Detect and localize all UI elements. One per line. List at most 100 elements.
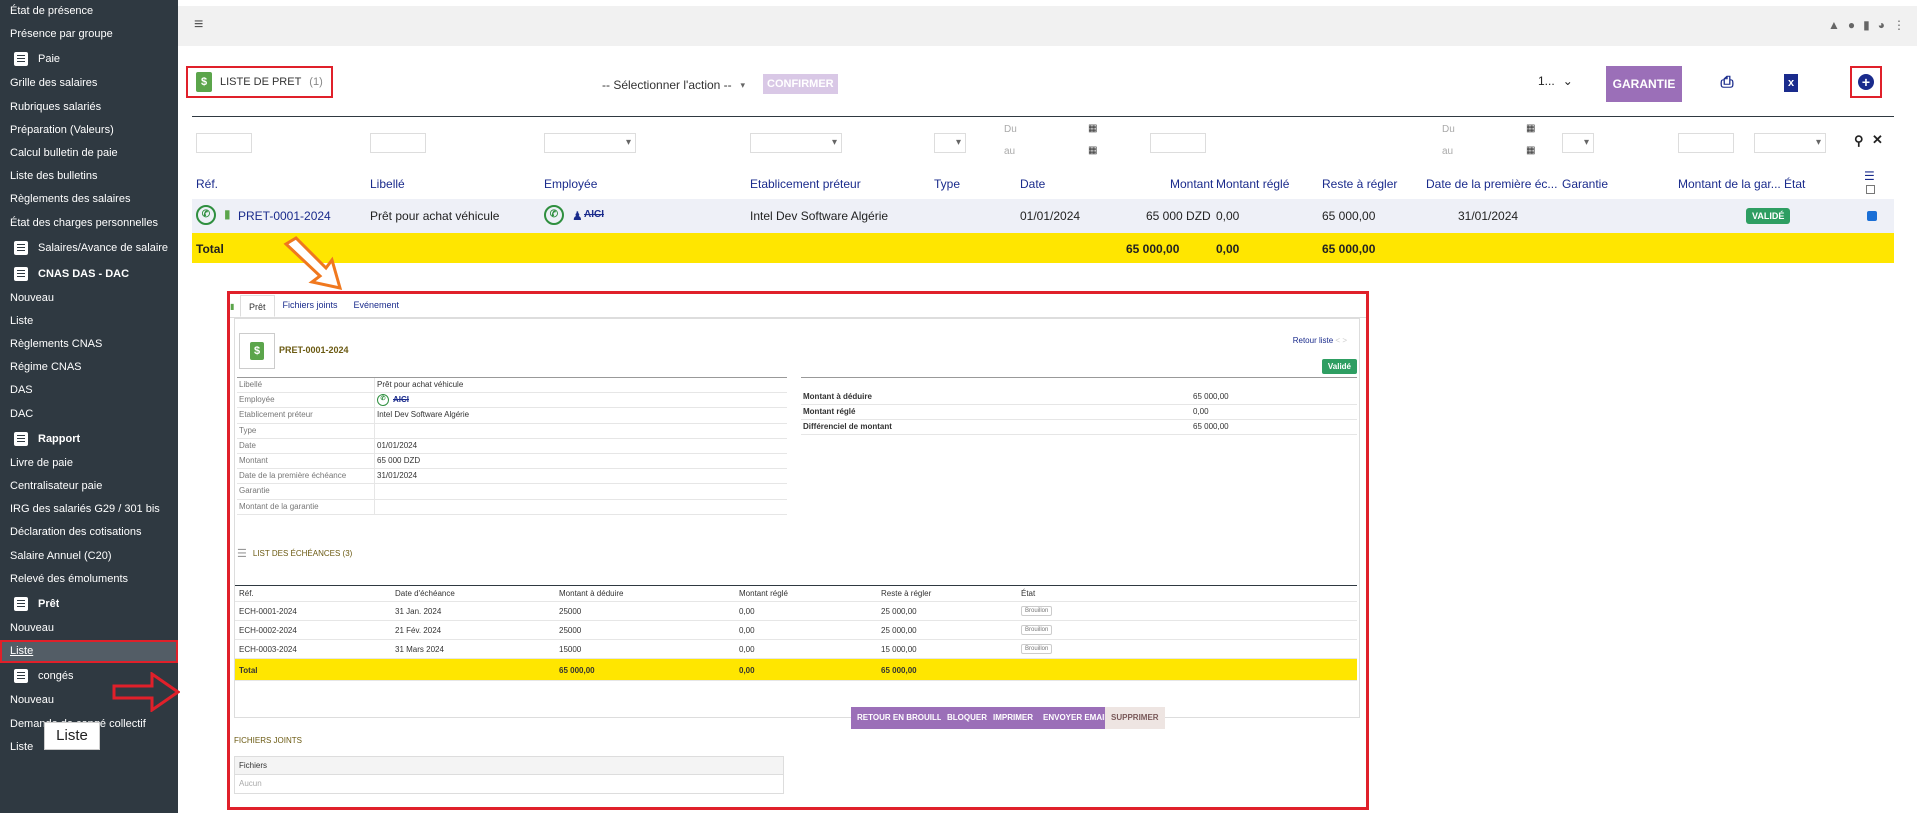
column-header[interactable]: Garantie — [1562, 177, 1608, 191]
print-icon[interactable]: ⎙ — [1716, 72, 1738, 94]
whatsapp-icon[interactable]: ✆ — [377, 394, 389, 407]
column-header[interactable]: Réf. — [196, 177, 218, 191]
alert-icon[interactable]: ▲ — [1828, 18, 1840, 32]
sidebar-item-4[interactable]: Rubriques salariés — [0, 96, 178, 119]
chevron-left-icon[interactable]: < — [1335, 336, 1340, 345]
sidebar-item-20[interactable]: Centralisateur paie — [0, 475, 178, 498]
excel-export-icon[interactable]: x — [1784, 74, 1798, 92]
echeances-column-header[interactable]: Réf. — [239, 589, 254, 598]
sidebar-item-27[interactable]: Liste — [0, 640, 178, 664]
filter-date-du[interactable]: Du — [1000, 121, 1084, 141]
sidebar-item-24[interactable]: Relevé des émoluments — [0, 568, 178, 591]
whatsapp-icon[interactable]: ✆ — [196, 205, 216, 225]
row-employee[interactable]: AICI — [584, 209, 604, 220]
echeances-column-header[interactable]: Montant réglé — [739, 589, 788, 598]
clear-filter-icon[interactable]: ✕ — [1872, 132, 1883, 148]
row-checkbox[interactable] — [1867, 211, 1877, 221]
filter-ref[interactable] — [196, 133, 252, 153]
sidebar-item-26[interactable]: Nouveau — [0, 617, 178, 640]
retour-liste-link[interactable]: Retour liste < > — [1293, 336, 1347, 345]
sidebar-section-2[interactable]: Paie — [0, 46, 178, 72]
tab-pret[interactable]: Prêt — [240, 295, 275, 317]
hamburger-menu-icon[interactable]: ≡ — [194, 16, 203, 34]
echeances-column-header[interactable]: Montant à déduire — [559, 589, 624, 598]
supprimer-button[interactable]: SUPPRIMER — [1105, 707, 1165, 729]
filter-type[interactable] — [934, 133, 966, 153]
filter-etat[interactable] — [1754, 133, 1826, 153]
more-options-icon[interactable]: ⋮ — [1893, 18, 1905, 32]
sidebar-item-14[interactable]: Règlements CNAS — [0, 333, 178, 356]
filter-employee[interactable] — [544, 133, 636, 153]
column-header[interactable]: Date de la première éc... — [1426, 177, 1557, 191]
echeances-total-reste: 65 000,00 — [881, 666, 917, 675]
sidebar-item-22[interactable]: Déclaration des cotisations — [0, 521, 178, 544]
sidebar-section-18[interactable]: Rapport — [0, 426, 178, 452]
column-header[interactable]: Employée — [544, 177, 597, 191]
detail-employee-link[interactable]: AICI — [393, 393, 409, 407]
sidebar-item-12[interactable]: Nouveau — [0, 287, 178, 310]
column-chooser-icon[interactable]: ☰ — [1864, 169, 1875, 183]
column-header[interactable]: Reste à régler — [1322, 177, 1397, 191]
calendar-icon[interactable]: ▦ — [1526, 123, 1535, 134]
column-header[interactable]: État — [1784, 177, 1805, 191]
sidebar-item-17[interactable]: DAC — [0, 403, 178, 426]
sidebar-item-23[interactable]: Salaire Annuel (C20) — [0, 545, 178, 568]
column-header[interactable]: Montant — [1170, 177, 1213, 191]
column-header[interactable]: Libellé — [370, 177, 405, 191]
echeances-column-header[interactable]: État — [1021, 589, 1035, 598]
calendar-icon[interactable]: ▦ — [1088, 145, 1097, 156]
sidebar-section-10[interactable]: Salaires/Avance de salaire — [0, 235, 178, 261]
imprimer-button[interactable]: IMPRIMER — [987, 707, 1039, 729]
calendar-icon[interactable]: ▦ — [1088, 123, 1097, 134]
envoyer-email-button[interactable]: ENVOYER EMAIL — [1037, 707, 1116, 729]
echeances-column-header[interactable]: Reste à régler — [881, 589, 931, 598]
action-select[interactable]: -- Sélectionner l'action -- ▾ — [596, 74, 751, 96]
whatsapp-icon[interactable]: ✆ — [544, 205, 564, 225]
sidebar-section-11[interactable]: CNAS DAS - DAC — [0, 261, 178, 287]
sidebar-item-7[interactable]: Liste des bulletins — [0, 165, 178, 188]
sidebar-item-9[interactable]: État des charges personnelles — [0, 212, 178, 235]
garantie-button[interactable]: GARANTIE — [1606, 66, 1682, 102]
sidebar-item-13[interactable]: Liste — [0, 310, 178, 333]
chat-icon[interactable]: ● — [1848, 18, 1855, 32]
add-button[interactable]: + — [1850, 66, 1882, 98]
column-header[interactable]: Date — [1020, 177, 1045, 191]
tab-fichiers-joints[interactable]: Fichiers joints — [275, 294, 346, 317]
sidebar-section-25[interactable]: Prêt — [0, 591, 178, 617]
user-avatar-icon[interactable]: ◕ — [1878, 18, 1885, 32]
confirm-button[interactable]: CONFIRMER — [763, 74, 838, 94]
echeances-column-header[interactable]: Date d'échéance — [395, 589, 455, 598]
table-row[interactable]: ✆ ▮ PRET-0001-2024 Prêt pour achat véhic… — [192, 199, 1894, 233]
sidebar-item-5[interactable]: Préparation (Valeurs) — [0, 119, 178, 142]
page-size-select[interactable]: 1... ⌄ — [1538, 74, 1573, 88]
tab-evenement[interactable]: Evénement — [346, 294, 408, 317]
column-header[interactable]: Montant de la gar... — [1678, 177, 1781, 191]
search-icon[interactable]: ⚲ — [1854, 133, 1864, 149]
sidebar-item-6[interactable]: Calcul bulletin de paie — [0, 142, 178, 165]
sidebar-item-21[interactable]: IRG des salariés G29 / 301 bis — [0, 498, 178, 521]
filter-etablissement[interactable] — [750, 133, 842, 153]
filter-date-au[interactable]: au — [1000, 143, 1084, 163]
chevron-right-icon[interactable]: > — [1342, 336, 1347, 345]
calendar-icon[interactable]: ▦ — [1526, 145, 1535, 156]
sidebar-item-0[interactable]: État de présence — [0, 0, 178, 23]
filter-echeance-du[interactable]: Du — [1438, 121, 1522, 141]
sidebar-item-1[interactable]: Présence par groupe — [0, 23, 178, 46]
row-ref-link[interactable]: PRET-0001-2024 — [238, 209, 331, 223]
sidebar-item-3[interactable]: Grille des salaires — [0, 72, 178, 95]
sidebar-item-16[interactable]: DAS — [0, 379, 178, 402]
column-header[interactable]: Type — [934, 177, 960, 191]
filter-montant-garantie[interactable] — [1678, 133, 1734, 153]
sidebar-item-8[interactable]: Règlements des salaires — [0, 188, 178, 211]
sidebar-item-19[interactable]: Livre de paie — [0, 452, 178, 475]
column-header[interactable]: Montant réglé — [1216, 177, 1289, 191]
filter-montant[interactable] — [1150, 133, 1206, 153]
trash-icon[interactable]: ▮ — [1863, 18, 1870, 32]
filter-garantie[interactable] — [1562, 133, 1594, 153]
filter-echeance-au[interactable]: au — [1438, 143, 1522, 163]
column-header[interactable]: Etablicement préteur — [750, 177, 861, 191]
bloquer-button[interactable]: BLOQUER — [941, 707, 993, 729]
filter-libelle[interactable] — [370, 133, 426, 153]
sidebar-item-15[interactable]: Régime CNAS — [0, 356, 178, 379]
select-all-checkbox[interactable] — [1866, 185, 1875, 194]
